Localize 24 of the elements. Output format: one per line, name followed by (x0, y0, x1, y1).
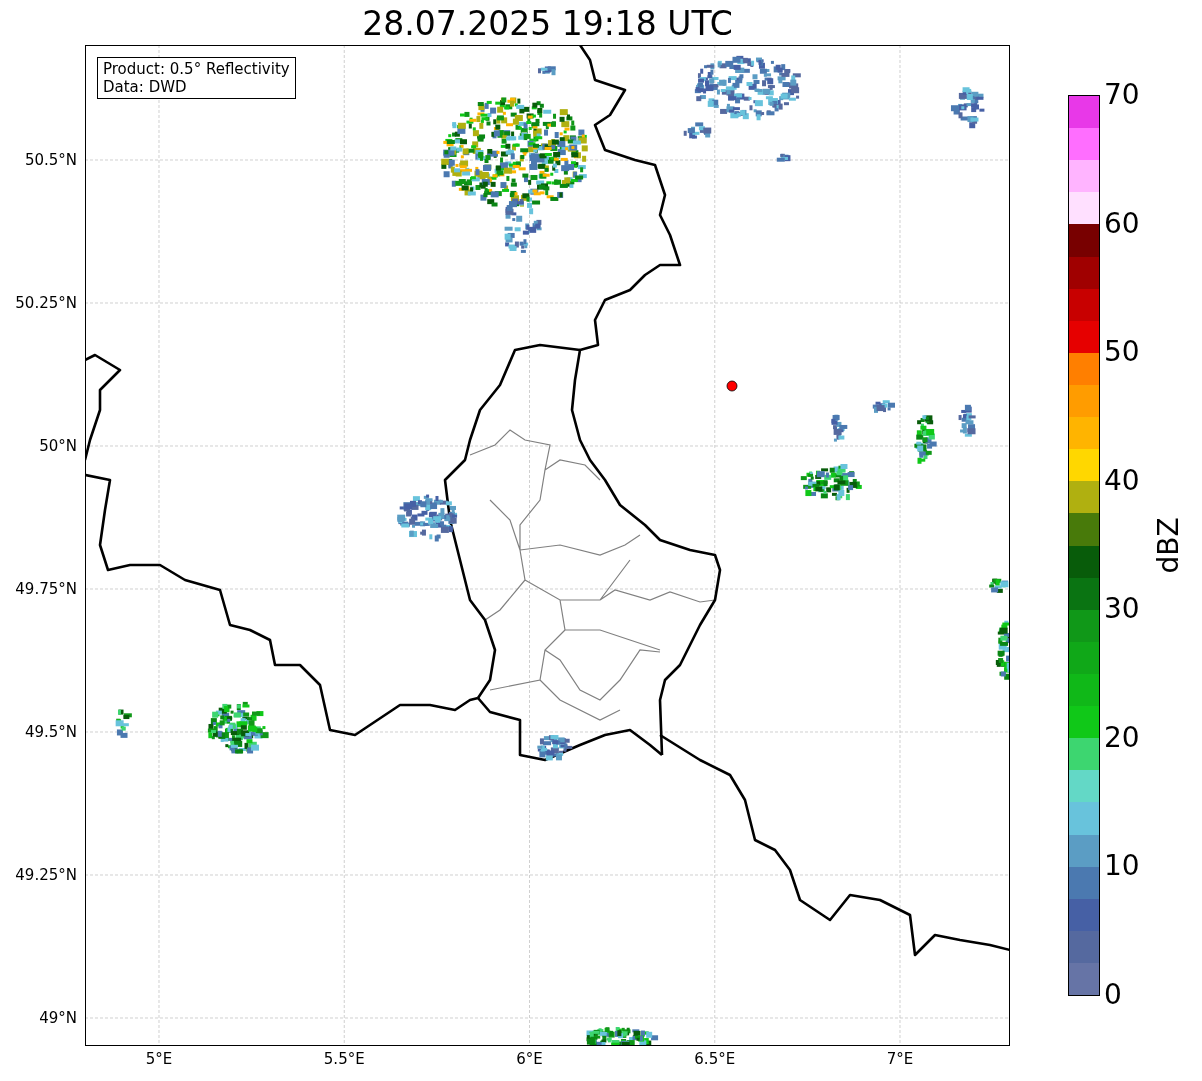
colorbar-tick-label: 10 (1104, 851, 1140, 882)
colorbar-label: dBZ (1152, 517, 1185, 574)
colorbar-tick-label: 20 (1104, 722, 1140, 753)
colorbar-tick-label: 50 (1104, 337, 1140, 368)
colorbar-tick-label: 40 (1104, 465, 1140, 496)
longitude-label: 7°E (886, 1050, 914, 1068)
chart-title: 28.07.2025 19:18 UTC (361, 3, 734, 45)
latitude-label: 49.25°N (15, 866, 77, 884)
longitude-label: 5°E (145, 1050, 173, 1068)
info-text: Product: 0.5° Reflectivity (103, 60, 290, 78)
latitude-label: 50.5°N (24, 151, 77, 169)
latitude-label: 49°N (39, 1009, 77, 1027)
longitude-label: 5.5°E (323, 1050, 365, 1068)
latitude-label: 50°N (39, 437, 77, 455)
colorbar-tick-label: 60 (1104, 208, 1140, 239)
longitude-label: 6°E (516, 1050, 543, 1068)
latitude-label: 49.75°N (15, 580, 77, 598)
longitude-label: 6.5°E (694, 1050, 736, 1068)
colorbar-tick-label: 70 (1104, 80, 1140, 110)
colorbar-tick-label: 30 (1104, 594, 1140, 625)
info-text: Data: DWD (103, 78, 188, 96)
colorbar-tick-label: 0 (1104, 980, 1122, 1010)
latitude-label: 49.5°N (24, 723, 77, 741)
latitude-label: 50.25°N (15, 294, 77, 312)
